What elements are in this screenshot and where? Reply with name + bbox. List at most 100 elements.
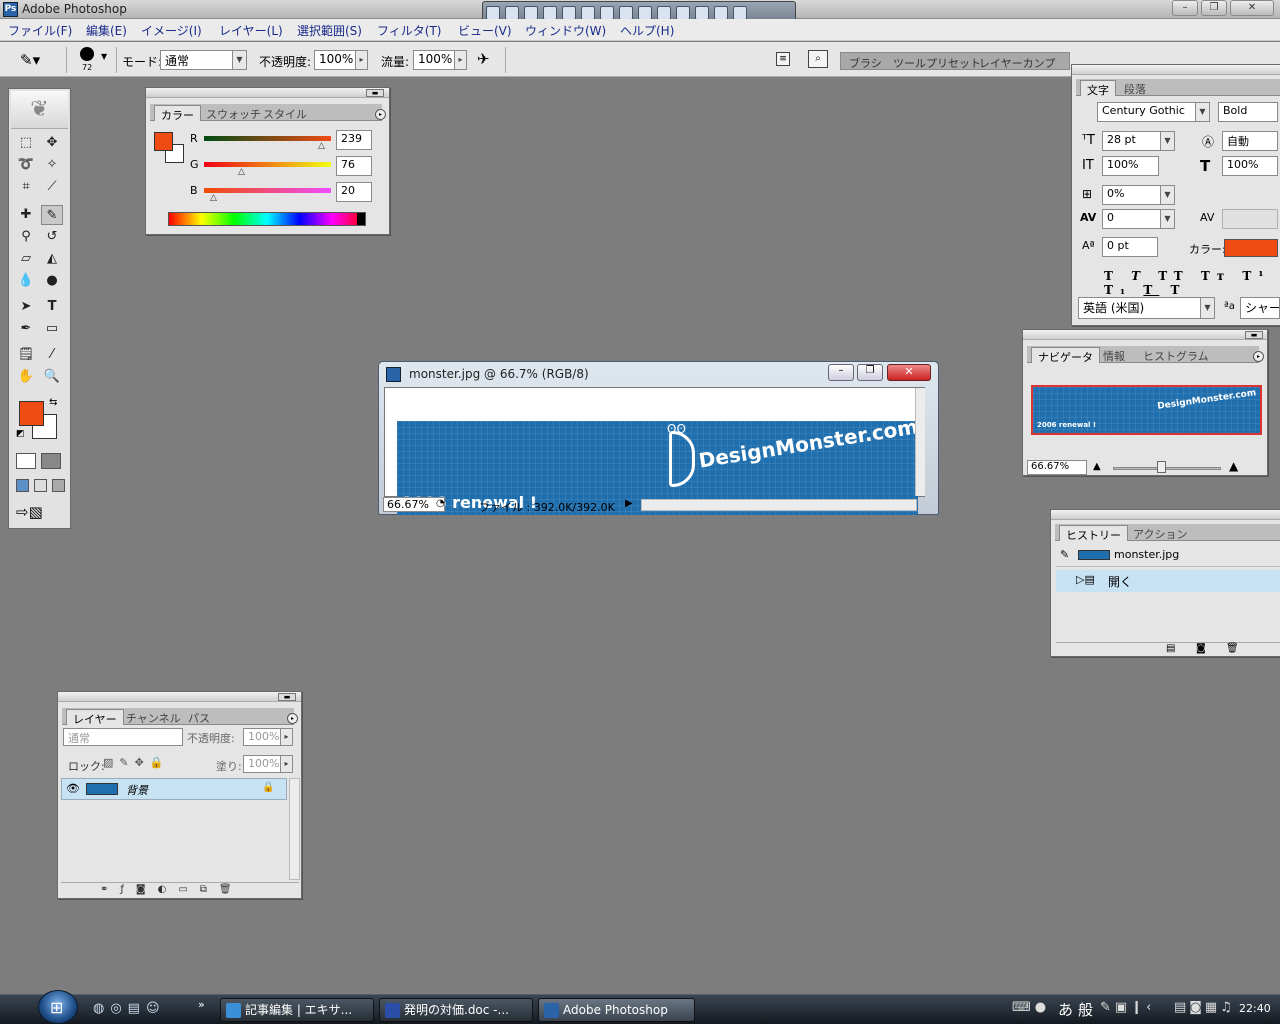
font-style-select[interactable]: Bold [1218, 102, 1278, 122]
magic-wand-tool-icon[interactable]: ✧ [41, 155, 63, 175]
vertical-scale-input[interactable]: 100% [1102, 156, 1159, 176]
tracking-input[interactable]: 0 [1102, 209, 1162, 229]
status-arrow-icon[interactable]: ▶ [625, 498, 633, 509]
quick-mask-mode-icon[interactable] [41, 453, 61, 469]
menu-edit[interactable]: 編集(E) [86, 22, 127, 39]
quicklaunch-icon[interactable] [714, 6, 728, 20]
new-document-from-state-icon[interactable]: ▤ [1166, 643, 1175, 654]
layer-visibility-eye-icon[interactable]: 👁 [66, 782, 80, 795]
panel-menu-icon[interactable]: ▸ [1253, 351, 1264, 362]
tab-styles[interactable]: スタイル [257, 105, 313, 121]
document-icon[interactable] [386, 367, 401, 382]
jump-to-imageready-icon[interactable]: ⇨▧ [16, 503, 43, 521]
close-button[interactable]: ✕ [1230, 0, 1274, 16]
tab-paragraph[interactable]: 段落 [1118, 80, 1152, 96]
color-spectrum-bar[interactable] [168, 212, 366, 226]
color-foreground-swatch[interactable] [154, 132, 173, 151]
panel-minimize-button[interactable]: ▬ [278, 693, 296, 701]
marquee-tool-icon[interactable]: ⬚ [15, 133, 37, 153]
quicklaunch-icon[interactable] [657, 6, 671, 20]
r-slider-handle[interactable]: △ [318, 141, 325, 151]
palette-toggle-icon[interactable]: ≡ [776, 52, 790, 66]
blur-tool-icon[interactable]: 💧 [15, 271, 37, 291]
taskbar-quicklaunch-icons[interactable]: ◍◎▤☺ [93, 1001, 166, 1016]
quicklaunch-chevron-icon[interactable]: » [198, 998, 205, 1011]
tab-history[interactable]: ヒストリー [1059, 525, 1128, 542]
panel-minimize-button[interactable]: ▬ [1245, 331, 1263, 339]
menu-layer[interactable]: レイヤー(L) [219, 22, 283, 39]
quicklaunch-icon[interactable] [505, 6, 519, 20]
tsume-input[interactable]: 0% [1102, 185, 1162, 205]
ime-mode[interactable]: あ [1058, 999, 1073, 1020]
language-dropdown-icon[interactable]: ▼ [1200, 297, 1215, 319]
tracking-dropdown-icon[interactable]: ▼ [1160, 209, 1175, 229]
history-brush-tool-icon[interactable]: ↺ [41, 227, 63, 247]
font-family-dropdown-icon[interactable]: ▼ [1195, 102, 1210, 122]
zoom-slider-handle[interactable] [1157, 461, 1166, 473]
tab-info[interactable]: 情報 [1097, 347, 1131, 363]
menu-view[interactable]: ビュー(V) [458, 22, 512, 39]
tab-actions[interactable]: アクション [1127, 525, 1193, 541]
tab-channels[interactable]: チャンネル [120, 709, 187, 725]
kerning-input[interactable] [1222, 209, 1278, 229]
vertical-scrollbar[interactable] [915, 388, 925, 496]
g-slider-handle[interactable]: △ [238, 167, 245, 177]
quicklaunch-icon[interactable] [524, 6, 538, 20]
swap-colors-icon[interactable]: ⇆ [49, 397, 57, 408]
history-state-row[interactable]: ▷▤ 開く [1056, 570, 1280, 592]
spectrum-black-swatch[interactable] [357, 213, 365, 225]
photoshop-app-icon[interactable]: Ps [3, 2, 18, 17]
type-style-buttons[interactable]: T T TT Tт T¹ T₁ T T [1104, 269, 1280, 297]
g-slider-track[interactable] [204, 162, 331, 167]
foreground-color-swatch[interactable] [19, 401, 44, 426]
quicklaunch-icon[interactable] [619, 6, 633, 20]
slice-tool-icon[interactable]: ⟋ [41, 177, 63, 197]
dodge-tool-icon[interactable]: ● [41, 271, 63, 291]
layer-footer-buttons[interactable]: ⚭ƒ◙◐▭⧉🗑 [100, 884, 244, 895]
blend-mode-select[interactable]: 通常 [63, 728, 183, 746]
brush-picker-arrow-icon[interactable]: ▼ [101, 52, 107, 61]
fill-input[interactable]: 100% [243, 755, 281, 773]
delete-state-icon[interactable]: 🗑 [1226, 643, 1239, 654]
taskbar-button-browser[interactable]: 記事編集 | エキサ... [220, 998, 374, 1022]
tab-paths[interactable]: パス [182, 709, 216, 725]
brush-tool-icon[interactable]: ✎ [41, 205, 63, 225]
minimize-button[interactable]: – [1172, 0, 1198, 16]
eraser-tool-icon[interactable]: ▱ [15, 249, 37, 269]
eyedropper-tool-icon[interactable]: ⁄ [41, 345, 63, 365]
layer-row-background[interactable]: 👁 背景 🔒 [61, 778, 287, 800]
b-value-input[interactable]: 20 [336, 182, 372, 202]
path-selection-tool-icon[interactable]: ➤ [15, 297, 37, 317]
tab-layers[interactable]: レイヤー [66, 709, 124, 726]
quicklaunch-icon[interactable] [733, 6, 747, 20]
file-browser-icon[interactable]: ⌕ [808, 50, 828, 68]
quicklaunch-icon[interactable] [600, 6, 614, 20]
ime-conversion[interactable]: 般 [1078, 999, 1093, 1020]
paint-bucket-tool-icon[interactable]: ◭ [41, 249, 63, 269]
history-snapshot-row[interactable]: ✎ monster.jpg [1056, 545, 1280, 567]
healing-brush-tool-icon[interactable]: ✚ [15, 205, 37, 225]
tray-icons-middle[interactable]: ✎▣❙‹ [1100, 1000, 1155, 1015]
mode-dropdown-icon[interactable]: ▼ [232, 50, 247, 70]
menu-help[interactable]: ヘルプ(H) [620, 22, 674, 39]
quicklaunch-icon[interactable] [676, 6, 690, 20]
standard-mode-icon[interactable] [16, 453, 36, 469]
menu-select[interactable]: 選択範囲(S) [297, 22, 362, 39]
doc-maximize-button[interactable]: ❐ [857, 364, 883, 381]
horizontal-scale-input[interactable]: 100% [1222, 156, 1278, 176]
opacity-arrow-icon[interactable]: ▸ [355, 50, 368, 70]
brush-tip-icon[interactable] [80, 47, 94, 61]
quicklaunch-icon[interactable] [638, 6, 652, 20]
panel-menu-icon[interactable]: ▸ [287, 713, 298, 724]
snapshot-brush-icon[interactable]: ✎ [1060, 548, 1069, 561]
navigator-zoom-input[interactable]: 66.67% [1027, 460, 1087, 475]
crop-tool-icon[interactable]: ⌗ [15, 177, 37, 197]
menu-image[interactable]: イメージ(I) [141, 22, 202, 39]
tray-icons-right[interactable]: ▤◙▦♫ [1174, 1000, 1235, 1015]
leading-input[interactable]: 自動 [1222, 131, 1278, 151]
language-select[interactable]: 英語 (米国) [1078, 297, 1208, 319]
layer-opacity-input[interactable]: 100% [243, 728, 281, 746]
quicklaunch-icon[interactable] [581, 6, 595, 20]
quicklaunch-icon[interactable] [562, 6, 576, 20]
taskbar-button-photoshop[interactable]: Adobe Photoshop [538, 998, 695, 1022]
